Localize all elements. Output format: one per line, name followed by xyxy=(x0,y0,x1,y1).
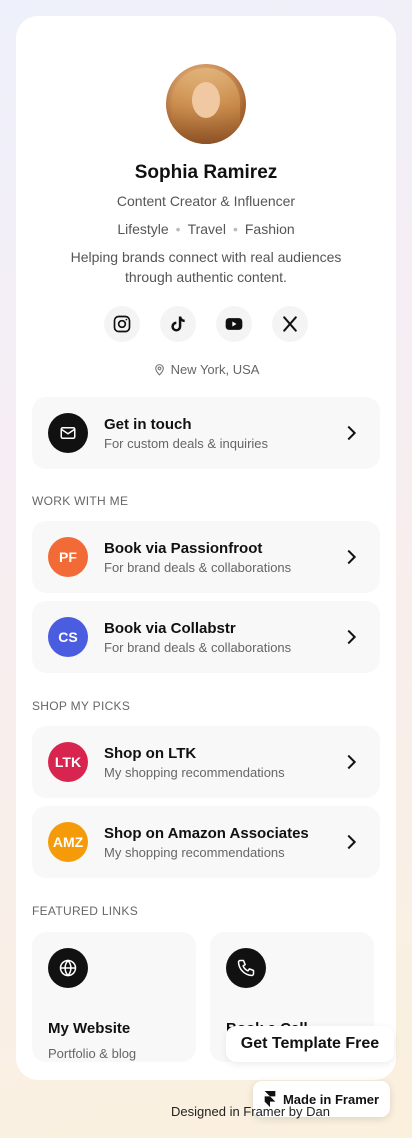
location-text: New York, USA xyxy=(170,362,260,377)
chevron-right-icon xyxy=(347,629,357,645)
section-shop-heading: SHOP MY PICKS xyxy=(32,699,131,713)
globe-icon xyxy=(48,948,88,988)
x-icon[interactable] xyxy=(272,306,308,342)
phone-icon xyxy=(226,948,266,988)
website-subtitle: Portfolio & blog xyxy=(48,1046,137,1061)
website-title: My Website xyxy=(48,1020,131,1037)
get-in-touch-button[interactable]: Get in touch For custom deals & inquirie… xyxy=(32,397,380,469)
avatar xyxy=(166,64,246,144)
tiktok-icon[interactable] xyxy=(160,306,196,342)
instagram-icon[interactable] xyxy=(104,306,140,342)
contact-title: Get in touch xyxy=(104,415,192,433)
shop-amazon-button[interactable]: AMZ Shop on Amazon Associates My shoppin… xyxy=(32,806,380,878)
youtube-icon[interactable] xyxy=(216,306,252,342)
chevron-right-icon xyxy=(347,834,357,850)
collabstr-title: Book via Collabstr xyxy=(104,619,236,637)
amazon-badge: AMZ xyxy=(48,822,88,862)
bio-line-1: Helping brands connect with real audienc… xyxy=(70,249,342,265)
section-work-heading: WORK WITH ME xyxy=(32,494,129,508)
profile-bio: Helping brands connect with real audienc… xyxy=(56,247,356,287)
profile-tags: Lifestyle • Travel • Fashion xyxy=(117,221,295,237)
profile-name: Sophia Ramirez xyxy=(134,162,278,183)
tag-fashion: Fashion xyxy=(244,221,295,237)
get-template-button[interactable]: Get Template Free xyxy=(226,1026,394,1062)
footer-credit: Designed in Framer by Dan xyxy=(171,1104,330,1119)
book-collabstr-button[interactable]: CS Book via Collabstr For brand deals & … xyxy=(32,601,380,673)
passionfroot-badge: PF xyxy=(48,537,88,577)
map-pin-icon xyxy=(154,364,164,376)
my-website-card[interactable]: My Website Portfolio & blog xyxy=(32,932,196,1062)
amazon-subtitle: My shopping recommendations xyxy=(104,844,285,860)
profile-card: Sophia Ramirez Content Creator & Influen… xyxy=(16,16,396,1080)
location: New York, USA xyxy=(16,362,396,377)
chevron-right-icon xyxy=(347,425,357,441)
chevron-right-icon xyxy=(347,549,357,565)
chevron-right-icon xyxy=(347,754,357,770)
amazon-title: Shop on Amazon Associates xyxy=(104,824,309,842)
mail-icon xyxy=(48,413,88,453)
book-passionfroot-button[interactable]: PF Book via Passionfroot For brand deals… xyxy=(32,521,380,593)
section-featured-heading: FEATURED LINKS xyxy=(32,904,138,918)
ltk-badge: LTK xyxy=(48,742,88,782)
social-links xyxy=(16,306,396,342)
tag-travel: Travel xyxy=(187,221,226,237)
passionfroot-title: Book via Passionfroot xyxy=(104,539,263,557)
shop-ltk-button[interactable]: LTK Shop on LTK My shopping recommendati… xyxy=(32,726,380,798)
contact-subtitle: For custom deals & inquiries xyxy=(104,435,269,451)
tag-lifestyle: Lifestyle xyxy=(117,221,169,237)
ltk-subtitle: My shopping recommendations xyxy=(104,764,285,780)
collabstr-badge: CS xyxy=(48,617,88,657)
profile-role: Content Creator & Influencer xyxy=(116,193,296,209)
bio-line-2: through authentic content. xyxy=(125,269,287,285)
passionfroot-subtitle: For brand deals & collaborations xyxy=(104,559,292,575)
ltk-title: Shop on LTK xyxy=(104,744,197,762)
collabstr-subtitle: For brand deals & collaborations xyxy=(104,639,292,655)
